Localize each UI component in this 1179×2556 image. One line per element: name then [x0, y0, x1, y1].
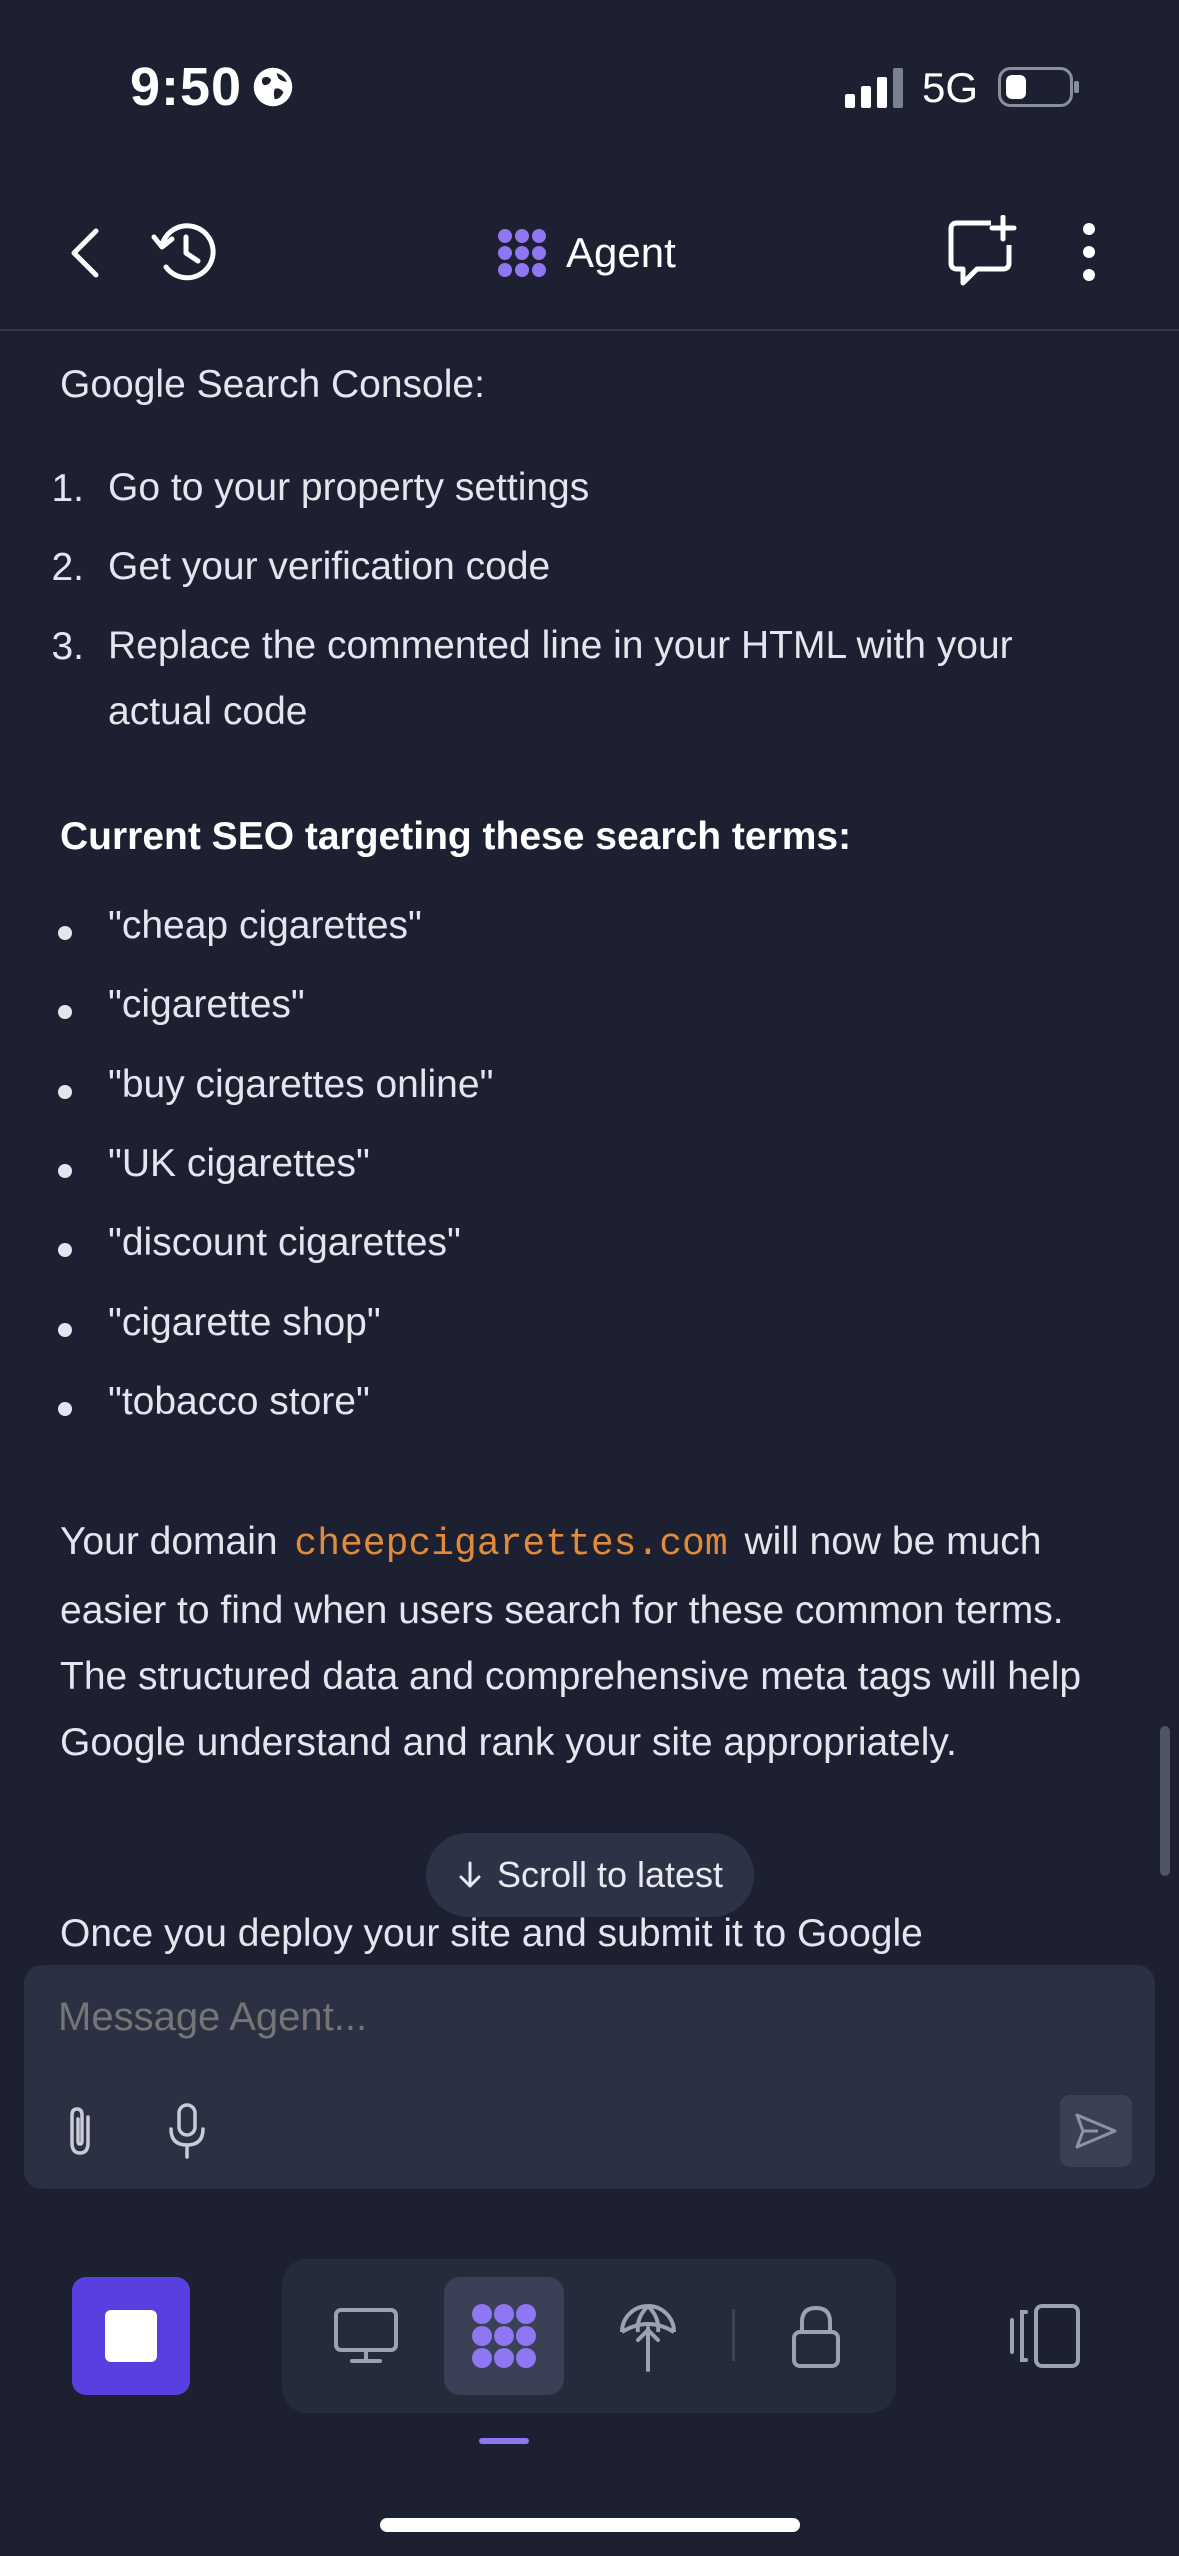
bullet-text: "cheap cigarettes" [108, 904, 422, 947]
header-title-group: Agent [496, 221, 676, 285]
list-text: Go to your property settings [108, 466, 590, 509]
scrollbar[interactable] [1160, 1726, 1170, 1876]
list-text: Replace the commented line in your HTML … [108, 624, 1013, 733]
bullet [58, 1402, 72, 1416]
bullet [58, 1005, 72, 1019]
domain-prefix-text: Your domain [60, 1520, 278, 1563]
bullet-text: "tobacco store" [108, 1380, 370, 1423]
bullet [58, 926, 72, 940]
stop-button[interactable] [72, 2277, 190, 2395]
bullet [58, 1243, 72, 1257]
bullet [58, 1323, 72, 1337]
monitor-icon [334, 2308, 398, 2363]
network-label: 5G [922, 64, 979, 111]
tab-divider [732, 2309, 735, 2361]
signal-icon [845, 68, 903, 108]
bullet-text: "cigarettes" [108, 983, 305, 1026]
new-chat-icon [948, 215, 1017, 286]
new-chat-button[interactable] [946, 213, 1018, 291]
bottom-tab-bar [282, 2259, 896, 2413]
list-text: Get your verification code [108, 545, 551, 588]
home-indicator [380, 2518, 800, 2532]
more-options-button[interactable] [1066, 213, 1112, 291]
intro-text: Google Search Console: [60, 363, 485, 406]
microphone-icon[interactable] [162, 2101, 212, 2161]
message-input[interactable] [58, 1995, 958, 2040]
send-button[interactable] [1060, 2095, 1132, 2167]
list-number: 2. [51, 546, 84, 589]
status-time: 9:50 [130, 57, 243, 117]
paperclip-icon[interactable] [58, 2103, 102, 2159]
seo-heading: Current SEO targeting these search terms… [60, 815, 852, 858]
scroll-to-latest-label: Scroll to latest [496, 1854, 724, 1895]
battery-icon [998, 67, 1079, 107]
deploy-icon [620, 2304, 676, 2372]
tab-preview[interactable] [306, 2277, 426, 2395]
app-header: Agent [0, 175, 1179, 331]
message-composer [24, 1965, 1155, 2189]
active-tab-indicator [479, 2438, 529, 2444]
lock-icon [792, 2305, 840, 2368]
summary-paragraph: Your domain cheepcigarettes.com will now… [60, 1509, 1130, 1776]
bullet [58, 1164, 72, 1178]
panels-icon[interactable] [1008, 2300, 1084, 2372]
history-icon [151, 223, 216, 281]
chat-transcript[interactable]: Google Search Console: 1. Go to your pro… [0, 333, 1179, 1965]
bullet-text: "discount cigarettes" [108, 1221, 461, 1264]
bullet-text: "buy cigarettes online" [108, 1063, 494, 1106]
history-button[interactable] [146, 211, 222, 291]
agent-icon [472, 2304, 536, 2368]
tab-agent[interactable] [444, 2277, 564, 2395]
bullet-text: "UK cigarettes" [108, 1142, 370, 1185]
list-number: 1. [51, 467, 84, 510]
bullet-text: "cigarette shop" [108, 1301, 381, 1344]
back-button[interactable] [58, 215, 114, 291]
scroll-to-latest-button[interactable]: Scroll to latest [426, 1833, 754, 1917]
status-bar: 9:50 5G [0, 0, 1179, 175]
send-icon [1075, 2113, 1117, 2149]
globe-icon [253, 67, 293, 107]
page-title: Agent [566, 229, 676, 276]
list-number: 3. [51, 625, 84, 668]
chevron-left-icon [71, 228, 99, 278]
domain-code: cheepcigarettes.com [294, 1523, 728, 1566]
arrow-down-icon [459, 1861, 481, 1888]
tab-secrets[interactable] [756, 2277, 876, 2395]
more-vertical-icon [1083, 223, 1095, 281]
agent-logo-icon [498, 229, 546, 277]
tab-deploy[interactable] [588, 2277, 708, 2395]
bullet [58, 1085, 72, 1099]
stop-icon [105, 2310, 157, 2362]
